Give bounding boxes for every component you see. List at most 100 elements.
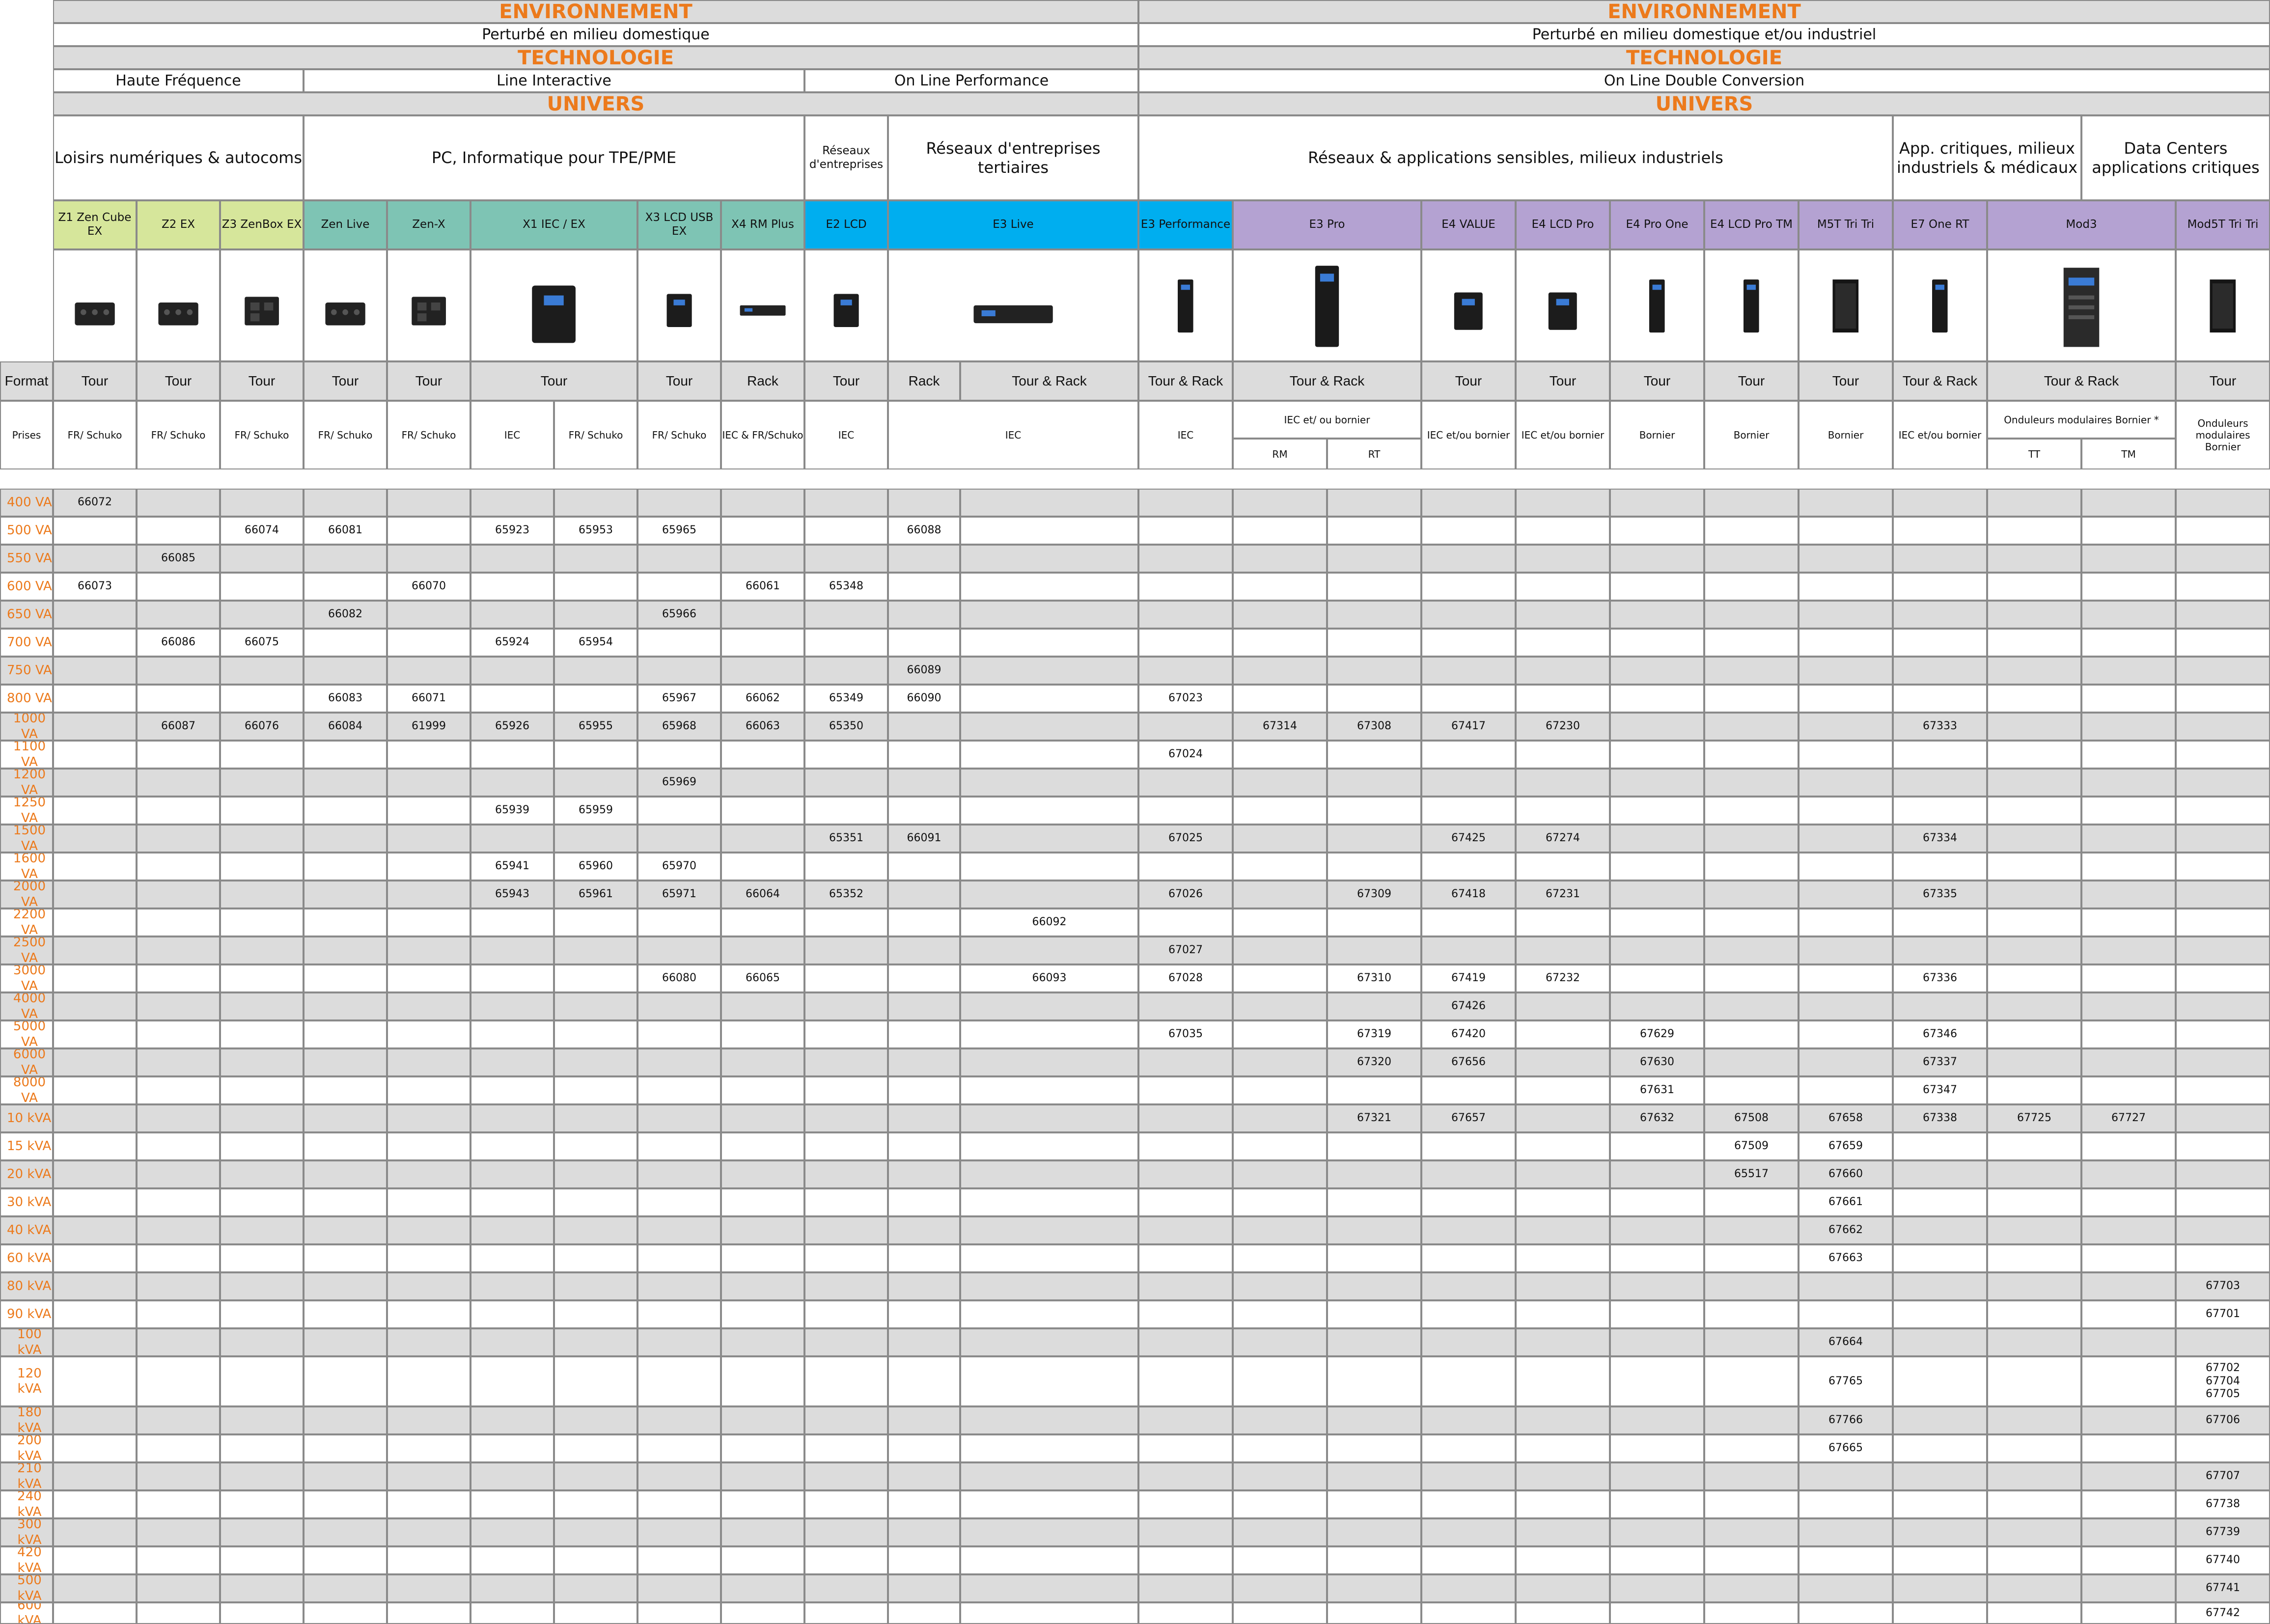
table-cell bbox=[888, 1602, 960, 1624]
table-cell bbox=[1516, 1160, 1610, 1188]
table-cell bbox=[804, 657, 888, 685]
table-cell bbox=[1327, 517, 1421, 545]
table-cell bbox=[804, 1462, 888, 1490]
table-cell bbox=[721, 657, 804, 685]
table-cell bbox=[1987, 1188, 2081, 1216]
table-cell bbox=[137, 573, 220, 601]
table-cell bbox=[804, 908, 888, 936]
table-cell bbox=[137, 1048, 220, 1076]
table-cell bbox=[137, 1546, 220, 1574]
table-cell bbox=[1138, 1160, 1233, 1188]
table-cell bbox=[471, 545, 554, 573]
table-cell bbox=[53, 1160, 137, 1188]
reference-number: 67425 bbox=[1421, 825, 1516, 853]
table-cell bbox=[554, 1132, 637, 1160]
table-cell bbox=[53, 1076, 137, 1104]
table-cell bbox=[387, 1328, 471, 1356]
table-cell bbox=[1421, 1132, 1516, 1160]
power-600-kva: 600 kVA bbox=[0, 1602, 53, 1624]
table-cell bbox=[804, 1104, 888, 1132]
table-cell bbox=[53, 797, 137, 825]
table-cell bbox=[220, 1076, 304, 1104]
table-cell bbox=[888, 1490, 960, 1518]
table-cell bbox=[804, 1356, 888, 1406]
table-cell bbox=[387, 1132, 471, 1160]
reference-number: 67664 bbox=[1799, 1328, 1893, 1356]
reference-number: 67658 bbox=[1799, 1104, 1893, 1132]
model-name-e4-lcd-pro-tm: E4 LCD Pro TM bbox=[1704, 200, 1799, 249]
table-cell bbox=[1987, 992, 2081, 1020]
table-cell bbox=[53, 1020, 137, 1048]
reference-number: 67334 bbox=[1893, 825, 1987, 853]
table-cell bbox=[304, 825, 387, 853]
table-cell bbox=[1610, 881, 1704, 908]
table-cell bbox=[721, 629, 804, 657]
table-cell bbox=[1987, 936, 2081, 964]
prises-mod5t: Onduleurs modulaires Bornier bbox=[2176, 401, 2270, 469]
table-cell bbox=[1893, 517, 1987, 545]
table-cell bbox=[1421, 769, 1516, 797]
table-cell bbox=[554, 1356, 637, 1406]
table-cell bbox=[1233, 1216, 1327, 1244]
univers-loisirs: Loisirs numériques & autocoms bbox=[53, 115, 304, 200]
table-cell bbox=[304, 1546, 387, 1574]
tech-online-double-conversion: On Line Double Conversion bbox=[1138, 69, 2270, 92]
model-name-zen-live: Zen Live bbox=[304, 200, 387, 249]
table-cell bbox=[137, 881, 220, 908]
table-cell bbox=[1233, 741, 1327, 769]
table-cell bbox=[1893, 797, 1987, 825]
table-cell bbox=[137, 1462, 220, 1490]
table-cell bbox=[387, 908, 471, 936]
table-cell bbox=[960, 1518, 1138, 1546]
product-photo-e4-lcd-pro-tm bbox=[1704, 249, 1799, 361]
table-cell bbox=[1610, 1462, 1704, 1490]
table-cell bbox=[1233, 1462, 1327, 1490]
table-cell bbox=[304, 1518, 387, 1546]
table-cell bbox=[1704, 1020, 1799, 1048]
table-cell bbox=[471, 1132, 554, 1160]
model-name-z2-ex: Z2 EX bbox=[137, 200, 220, 249]
reference-number: 67309 bbox=[1327, 881, 1421, 908]
table-cell bbox=[1138, 1546, 1233, 1574]
table-cell bbox=[304, 1048, 387, 1076]
table-cell bbox=[137, 1188, 220, 1216]
table-cell bbox=[637, 629, 721, 657]
table-cell bbox=[637, 992, 721, 1020]
table-cell bbox=[137, 825, 220, 853]
table-cell bbox=[387, 1048, 471, 1076]
table-cell bbox=[471, 1462, 554, 1490]
power-300-kva: 300 kVA bbox=[0, 1518, 53, 1546]
table-cell: 67702 67704 67705 bbox=[2176, 1356, 2270, 1406]
table-cell bbox=[1987, 964, 2081, 992]
table-cell bbox=[721, 489, 804, 517]
power-500-kva: 500 kVA bbox=[0, 1574, 53, 1602]
reference-number: 66076 bbox=[220, 713, 304, 741]
table-cell bbox=[721, 992, 804, 1020]
reference-number: 67727 bbox=[2081, 1104, 2176, 1132]
table-cell bbox=[1327, 1574, 1421, 1602]
table-cell bbox=[1327, 629, 1421, 657]
table-cell bbox=[1233, 517, 1327, 545]
table-cell bbox=[304, 1132, 387, 1160]
table-cell bbox=[1704, 713, 1799, 741]
univers-app-critiques: App. critiques, milieux industriels & mé… bbox=[1893, 115, 2081, 200]
table-cell bbox=[804, 1076, 888, 1104]
table-cell bbox=[888, 1434, 960, 1462]
table-cell bbox=[1987, 1574, 2081, 1602]
table-cell bbox=[1799, 1462, 1893, 1490]
table-cell bbox=[888, 1406, 960, 1434]
table-cell bbox=[137, 1300, 220, 1328]
table-cell bbox=[304, 1076, 387, 1104]
table-cell bbox=[220, 1546, 304, 1574]
product-photo-zen-live bbox=[304, 249, 387, 361]
table-cell bbox=[1421, 545, 1516, 573]
power-750-va: 750 VA bbox=[0, 657, 53, 685]
table-cell bbox=[2176, 881, 2270, 908]
table-cell bbox=[1421, 1462, 1516, 1490]
table-cell bbox=[387, 1602, 471, 1624]
table-cell bbox=[637, 1462, 721, 1490]
table-cell bbox=[1987, 685, 2081, 713]
table-cell bbox=[53, 881, 137, 908]
table-cell bbox=[471, 1020, 554, 1048]
table-cell bbox=[387, 1462, 471, 1490]
